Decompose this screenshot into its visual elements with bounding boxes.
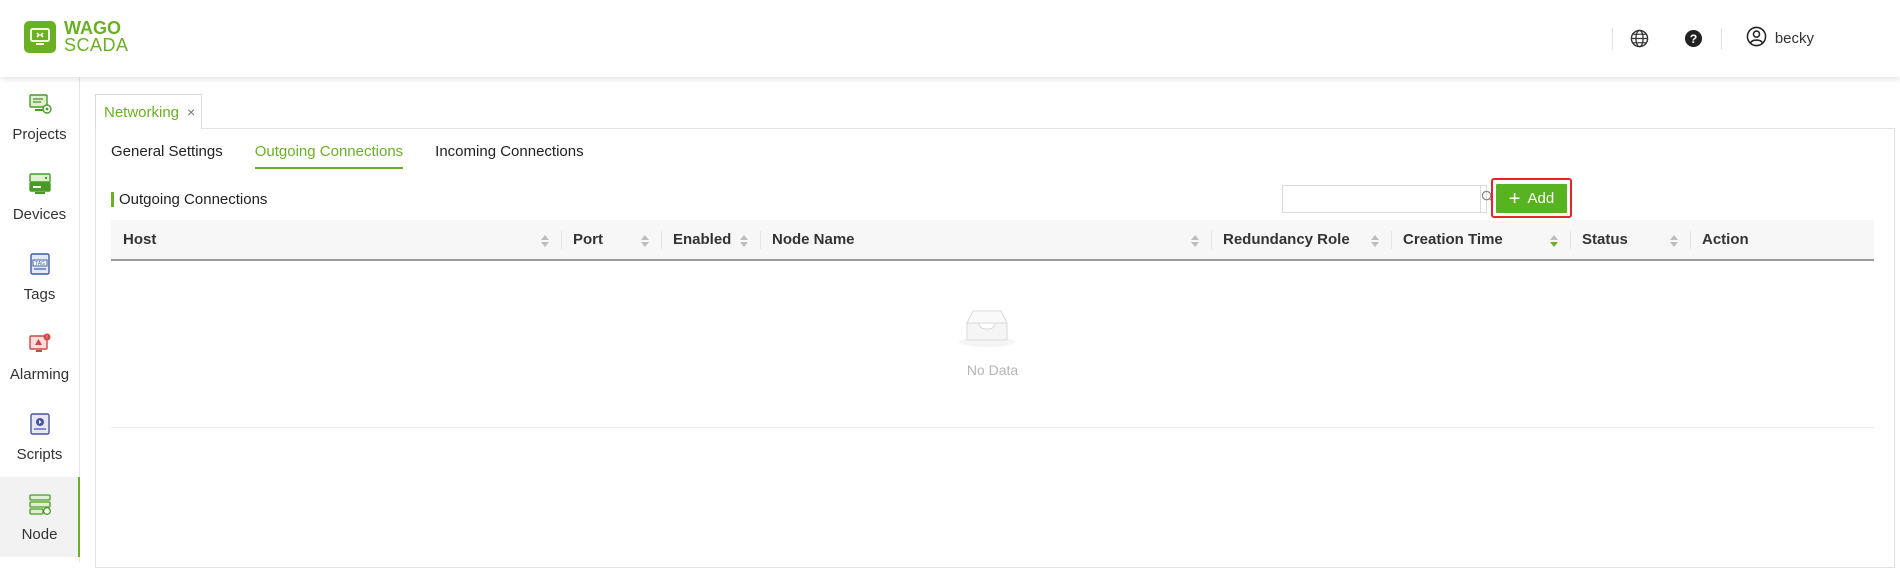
sidebar-item-label: Devices — [12, 205, 67, 223]
empty-inbox-icon — [955, 307, 1019, 354]
table-empty-state: No Data — [111, 261, 1874, 428]
tab-outgoing-connections[interactable]: Outgoing Connections — [254, 143, 404, 169]
section-title: Outgoing Connections — [111, 191, 267, 208]
node-icon — [28, 492, 52, 521]
sort-icon — [740, 234, 748, 248]
user-circle-icon — [1746, 26, 1767, 52]
section-title-text: Outgoing Connections — [119, 191, 268, 208]
sort-icon — [641, 234, 649, 248]
empty-text: No Data — [966, 362, 1019, 378]
column-header-status[interactable]: Status — [1570, 220, 1690, 259]
column-header-enabled[interactable]: Enabled — [661, 220, 760, 259]
svg-text:!: ! — [46, 335, 47, 341]
sidebar: Projects Devices TAG Tags ! Alarming Scr… — [0, 77, 80, 562]
sidebar-item-node[interactable]: Node — [0, 477, 80, 557]
sidebar-item-scripts[interactable]: Scripts — [0, 397, 79, 477]
add-button[interactable]: + Add — [1496, 184, 1567, 213]
sidebar-item-label: Scripts — [16, 445, 63, 463]
sidebar-item-label: Projects — [12, 125, 67, 143]
section-accent-bar — [111, 192, 114, 207]
subtab-bar: General Settings Outgoing Connections In… — [111, 143, 616, 169]
plus-icon: + — [1508, 187, 1521, 210]
sort-icon — [1191, 234, 1199, 248]
column-header-node-name[interactable]: Node Name — [760, 220, 1211, 259]
sidebar-item-devices[interactable]: Devices — [0, 157, 79, 237]
column-label: Enabled — [673, 231, 732, 248]
help-icon[interactable]: ? — [1667, 19, 1721, 59]
svg-text:TAG: TAG — [35, 260, 45, 266]
search-box — [1282, 185, 1494, 213]
sort-icon — [1670, 234, 1678, 248]
search-input[interactable] — [1283, 186, 1480, 212]
user-name: becky — [1774, 30, 1814, 47]
user-menu[interactable]: becky — [1722, 26, 1900, 52]
top-header: WAGO SCADA ? becky — [0, 0, 1900, 77]
column-header-host[interactable]: Host — [111, 220, 561, 259]
column-label: Status — [1582, 231, 1628, 248]
globe-icon[interactable] — [1613, 19, 1667, 59]
main-content: Networking × General Settings Outgoing C… — [80, 77, 1900, 568]
sidebar-item-label: Node — [21, 525, 58, 543]
sidebar-item-alarming[interactable]: ! Alarming — [0, 317, 79, 397]
sort-icon — [1550, 234, 1558, 248]
brand-line2: SCADA — [64, 35, 129, 55]
column-label: Host — [123, 231, 157, 248]
tab-general-settings[interactable]: General Settings — [111, 143, 223, 169]
add-button-label: Add — [1527, 190, 1555, 207]
column-label: Creation Time — [1403, 231, 1503, 248]
page-tab-label: Networking — [104, 103, 180, 121]
table-header: Host Port Enabled Node Name Redundancy R… — [111, 220, 1874, 261]
column-header-creation-time[interactable]: Creation Time — [1391, 220, 1570, 259]
svg-text:?: ? — [1690, 32, 1698, 46]
scripts-icon — [28, 412, 52, 441]
column-label: Action — [1702, 231, 1749, 248]
sidebar-item-label: Alarming — [9, 365, 70, 383]
brand-logo[interactable]: WAGO SCADA — [24, 19, 129, 55]
sidebar-item-projects[interactable]: Projects — [0, 77, 79, 157]
page-tab-networking[interactable]: Networking × — [95, 94, 203, 129]
column-header-redundancy-role[interactable]: Redundancy Role — [1211, 220, 1391, 259]
column-label: Port — [573, 231, 603, 248]
networking-panel: General Settings Outgoing Connections In… — [95, 128, 1895, 568]
logo-icon — [24, 21, 56, 53]
sidebar-item-label: Tags — [23, 285, 56, 303]
column-label: Redundancy Role — [1223, 231, 1350, 248]
sidebar-item-tags[interactable]: TAG Tags — [0, 237, 79, 317]
column-header-action: Action — [1690, 220, 1874, 259]
alarming-icon: ! — [28, 332, 52, 361]
devices-icon — [28, 172, 52, 201]
tags-icon: TAG — [28, 252, 52, 281]
column-label: Node Name — [772, 231, 855, 248]
column-header-port[interactable]: Port — [561, 220, 661, 259]
tab-incoming-connections[interactable]: Incoming Connections — [435, 143, 583, 169]
sort-icon — [1371, 234, 1379, 248]
projects-icon — [28, 92, 52, 121]
close-icon[interactable]: × — [187, 105, 195, 119]
sort-icon — [541, 234, 549, 248]
connections-table: Host Port Enabled Node Name Redundancy R… — [111, 220, 1874, 428]
